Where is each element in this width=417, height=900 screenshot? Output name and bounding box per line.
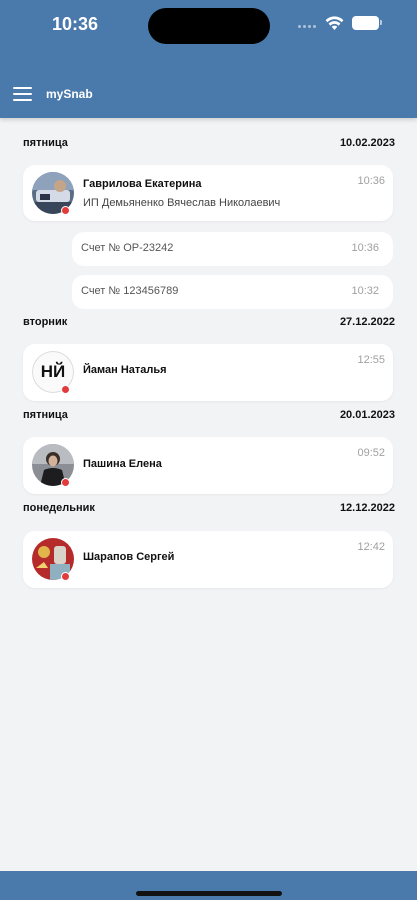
document-time: 10:36 [351,242,379,254]
chat-card-pashina[interactable]: Пашина Елена 09:52 [23,437,393,494]
document-time: 10:32 [351,285,379,297]
unread-indicator [61,206,70,215]
document-label: Счет № ОР-23242 [81,242,174,254]
chat-time: 12:42 [357,541,385,553]
chat-name: Гаврилова Екатерина [83,178,202,190]
wifi-icon [325,16,344,30]
document-item[interactable]: Счет № 123456789 10:32 [72,275,393,309]
chat-time: 09:52 [357,447,385,459]
chat-card-gavrilova[interactable]: Гаврилова Екатерина ИП Демьяненко Вячесл… [23,165,393,221]
chat-time: 10:36 [357,175,385,187]
dynamic-island [148,8,270,44]
document-label: Счет № 123456789 [81,285,179,297]
day-label: пятница [23,409,68,421]
chat-name: Пашина Елена [83,458,162,470]
battery-icon [352,16,382,30]
signal-icon [298,22,318,28]
unread-indicator [61,385,70,394]
chat-name: Йаман Наталья [83,364,167,376]
chat-card-sharapov[interactable]: Шарапов Сергей 12:42 [23,531,393,588]
day-date: 20.01.2023 [339,409,395,421]
hamburger-menu-icon[interactable] [13,87,32,101]
status-bar-time: 10:36 [52,14,99,34]
document-item[interactable]: Счет № ОР-23242 10:36 [72,232,393,266]
day-date: 10.02.2023 [339,137,395,149]
home-indicator[interactable] [136,891,282,896]
unread-indicator [61,572,70,581]
day-date: 27.12.2022 [339,316,395,328]
unread-indicator [61,478,70,487]
chat-subtitle: ИП Демьяненко Вячеслав Николаевич [83,197,281,209]
chat-name: Шарапов Сергей [83,551,175,563]
day-label: понедельник [23,502,95,514]
chat-time: 12:55 [357,354,385,366]
chat-card-yaman[interactable]: НЙ Йаман Наталья 12:55 [23,344,393,401]
app-title: mySnab [46,87,93,101]
day-label: пятница [23,137,68,149]
day-label: вторник [23,316,68,328]
day-date: 12.12.2022 [339,502,395,514]
